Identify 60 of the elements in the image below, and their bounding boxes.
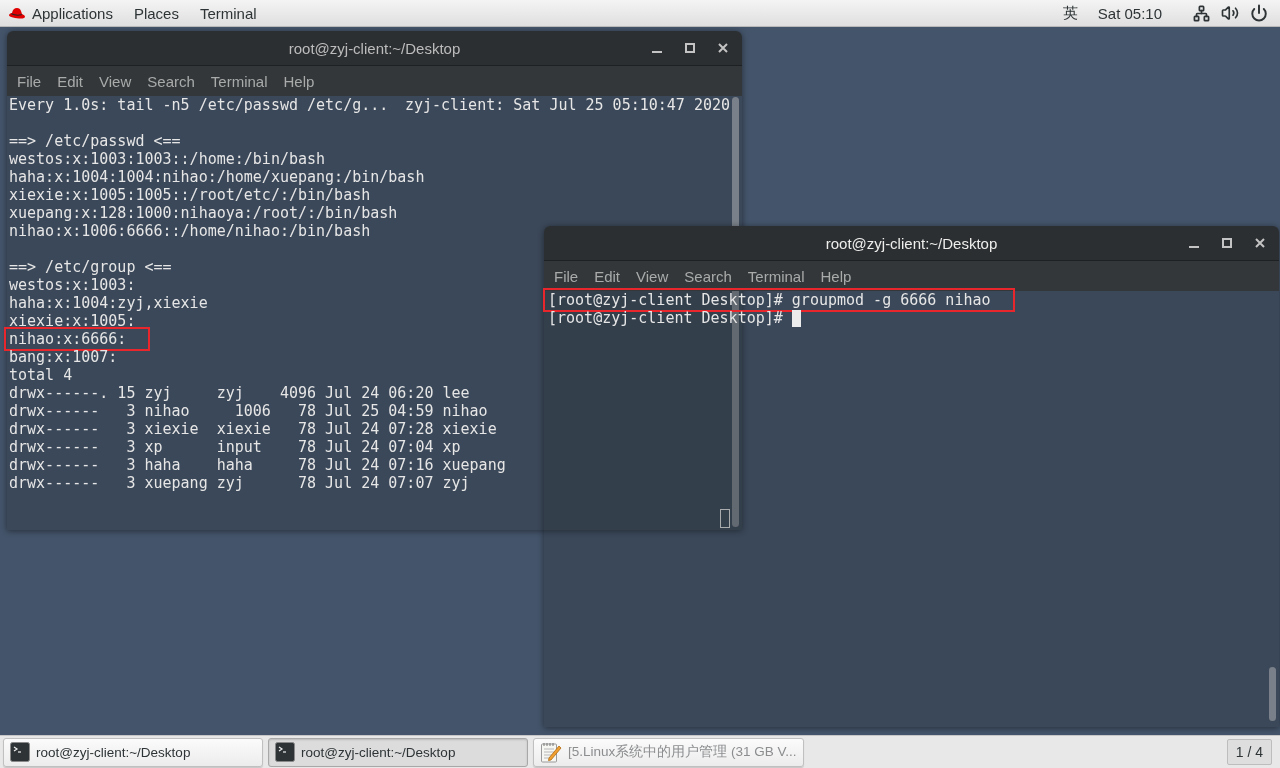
output-line: haha:x:1004:1004:nihao:/home/xuepang:/bin/bash (9, 168, 425, 186)
minimize-icon (1188, 246, 1199, 248)
maximize-icon (684, 43, 695, 53)
output-line: westos:x:1003:1003::/home:/bin/bash (9, 150, 326, 168)
top-menu[interactable]: Terminal (199, 4, 257, 22)
menu-item[interactable]: Edit (586, 267, 629, 285)
output-line: westos:x:1003: (9, 276, 136, 294)
applications-menu[interactable]: Applications (8, 4, 113, 22)
command-line: [root@zyj-client Desktop]# (548, 309, 783, 327)
menu-item[interactable]: Terminal (739, 267, 813, 285)
watch-command: Every 1.0s: tail -n5 /etc/passwd /etc/g... (9, 96, 389, 114)
menu-item[interactable]: Terminal (202, 72, 276, 90)
output-line: xuepang:x:128:1000:nihaoya:/root/:/bin/bash (9, 204, 398, 222)
menu-item[interactable]: Help (275, 72, 323, 90)
close-icon (717, 43, 728, 53)
output-line: total 4 (9, 366, 73, 384)
power-icon[interactable] (1250, 4, 1268, 22)
task-button[interactable]: [5.Linux系统中的用户管理 (31 GB V... (533, 737, 804, 767)
output-line: drwx------ 3 xp input 78 Jul 24 07:04 xp (9, 438, 461, 456)
section-heading: ==> /etc/group <== (9, 258, 172, 276)
command-line: [root@zyj-client Desktop]# groupmod -g 6666 nihao (548, 291, 991, 309)
menu-item[interactable]: View (91, 72, 140, 90)
top-menu[interactable]: Places (133, 4, 179, 22)
scrollbar-thumb[interactable] (1269, 667, 1276, 721)
menu-item[interactable]: Search (676, 267, 740, 285)
menu-item[interactable]: View (628, 267, 677, 285)
clock[interactable]: Sat 05:10 (1097, 4, 1162, 22)
output-line: xiexie:x:1005: (9, 312, 136, 330)
watch-timestamp: zyj-client: Sat Jul 25 05:10:47 2020 (404, 96, 730, 114)
input-method-indicator[interactable]: 英 (1062, 3, 1078, 23)
menu-item[interactable]: File (546, 267, 587, 285)
output-line: xiexie:x:1005:1005::/root/etc/:/bin/bash (9, 186, 371, 204)
menu-item[interactable]: Search (139, 72, 203, 90)
maximize-icon (1221, 238, 1232, 248)
window-title: root@zyj-client:~/Desktop (825, 234, 998, 252)
terminal-icon (10, 742, 30, 762)
hat-icon (8, 6, 26, 20)
close-icon (1254, 238, 1265, 248)
volume-icon[interactable] (1221, 4, 1239, 22)
output-line: drwx------ 3 xiexie xiexie 78 Jul 24 07:28 xiexie (9, 420, 497, 438)
minimize-icon (651, 51, 662, 53)
task-button[interactable]: root@zyj-client:~/Desktop (268, 737, 528, 767)
output-line: drwx------ 3 haha haha 78 Jul 24 07:16 xuepang (9, 456, 506, 474)
output-line: nihao:x:1006:6666::/home/nihao:/bin/bash (9, 222, 371, 240)
network-icon[interactable] (1193, 4, 1210, 22)
output-line: bang:x:1007: (9, 348, 118, 366)
menu-item[interactable]: Help (812, 267, 860, 285)
output-line: haha:x:1004:zyj,xiexie (9, 294, 208, 312)
menu-item[interactable]: File (9, 72, 50, 90)
section-heading: ==> /etc/passwd <== (9, 132, 181, 150)
terminal-icon (275, 742, 295, 762)
workspace-indicator[interactable]: 1 / 4 (1226, 739, 1272, 765)
task-button[interactable]: root@zyj-client:~/Desktop (3, 737, 263, 767)
output-line: drwx------ 3 xuepang zyj 78 Jul 24 07:07 zyj (9, 474, 470, 492)
output-line: drwx------. 15 zyj zyj 4096 Jul 24 06:20 lee (9, 384, 470, 402)
menu-item[interactable]: Edit (49, 72, 92, 90)
window-title: root@zyj-client:~/Desktop (288, 39, 461, 57)
output-line: nihao:x:6666: (9, 330, 127, 348)
notepad-pencil-icon (540, 741, 562, 763)
output-line: drwx------ 3 nihao 1006 78 Jul 25 04:59 nihao (9, 402, 488, 420)
